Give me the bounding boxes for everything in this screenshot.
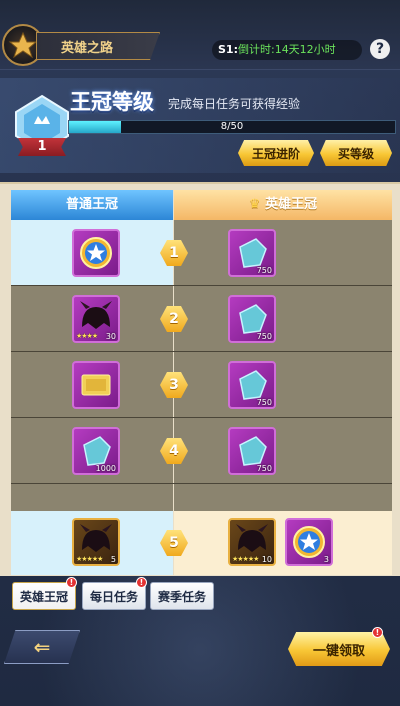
item-count: 750 [256, 398, 272, 407]
hero-reward-cell: ★★★★★ 10 3 [174, 511, 392, 575]
hero-crown-column-header: ♛ 英雄王冠 [174, 190, 392, 220]
normal-reward-cell [11, 352, 173, 417]
countdown-text: 倒计时:14天12小时 [237, 43, 336, 56]
back-arrow-icon: ⇐ [33, 635, 51, 659]
season-countdown: S1:倒计时:14天12小时 [212, 40, 362, 60]
tab-daily-tasks-alert-badge: ! [136, 577, 147, 588]
item-stars: ★★★★ [76, 332, 98, 340]
item-count: 750 [256, 332, 272, 341]
tab-hero-crown-alert-badge: ! [66, 577, 77, 588]
normal-reward-cell: 1000 [11, 418, 173, 483]
crown-level-ribbon: 1 [18, 138, 66, 156]
crown-level-hint: 完成每日任务可获得经验 [168, 97, 301, 111]
tab-hero-crown[interactable]: 英雄王冠 [12, 582, 76, 610]
warrior-helmet-icon[interactable]: ★★★★★ 5 [72, 518, 120, 566]
reward-row: 750 1 [11, 220, 392, 286]
blue-crystal-icon[interactable]: 750 [228, 427, 276, 475]
item-stars: ★★★★★ [232, 555, 259, 563]
hero-crown-label: 英雄王冠 [265, 197, 318, 212]
item-count: 3 [323, 555, 329, 564]
xp-progress-text: 8/50 [220, 121, 244, 132]
blue-crystal-icon[interactable]: 1000 [72, 427, 120, 475]
buy-level-button[interactable]: 买等级 [320, 140, 392, 166]
blue-star-medal-icon[interactable] [72, 229, 120, 277]
help-button[interactable]: ? [370, 39, 390, 59]
normal-reward-cell: ★★★★★ 5 [11, 511, 173, 575]
page-title: 英雄之路 [36, 32, 160, 60]
blue-crystal-icon[interactable]: 750 [228, 295, 276, 343]
normal-reward-cell [11, 220, 173, 285]
warrior-helmet-icon[interactable]: ★★★★★ 10 [228, 518, 276, 566]
reward-row: ★★★★ 30 750 2 [11, 286, 392, 352]
hero-reward-cell: 750 [174, 418, 392, 483]
blue-star-medal-icon[interactable]: 3 [285, 518, 333, 566]
season-label: S1: [218, 43, 238, 56]
item-count: 1000 [95, 464, 116, 473]
back-button[interactable]: ⇐ [4, 630, 80, 664]
crown-advance-button[interactable]: 王冠进阶 [238, 140, 314, 166]
hero-reward-cell: 750 [174, 352, 392, 417]
crown-level-title: 王冠等级 [70, 90, 154, 114]
hero-reward-cell: 750 [174, 286, 392, 351]
tab-daily-tasks[interactable]: 每日任务 [82, 582, 146, 610]
xp-progress-bar: 8/50 [68, 120, 396, 134]
tab-season-tasks[interactable]: 赛季任务 [150, 582, 214, 610]
item-count: 5 [110, 555, 116, 564]
reward-row: 750 3 [11, 352, 392, 418]
crown-icon: ♛ [248, 197, 266, 212]
item-count: 750 [256, 464, 272, 473]
gold-card-icon[interactable] [72, 361, 120, 409]
item-count: 30 [105, 332, 116, 341]
item-count: 750 [256, 266, 272, 275]
normal-reward-cell: ★★★★ 30 [11, 286, 173, 351]
item-count: 10 [261, 555, 272, 564]
hero-reward-cell: 750 [174, 220, 392, 285]
claim-all-alert-badge: ! [372, 627, 383, 638]
blue-crystal-icon[interactable]: 750 [228, 229, 276, 277]
blue-crystal-icon[interactable]: 750 [228, 361, 276, 409]
item-stars: ★★★★★ [76, 555, 103, 563]
reward-row: 1000 750 4 [11, 418, 392, 484]
warrior-helmet-icon[interactable]: ★★★★ 30 [72, 295, 120, 343]
current-claim-row: ★★★★★ 5 ★★★★★ 10 3 5 [11, 511, 392, 575]
normal-crown-column-header: 普通王冠 [11, 190, 173, 220]
